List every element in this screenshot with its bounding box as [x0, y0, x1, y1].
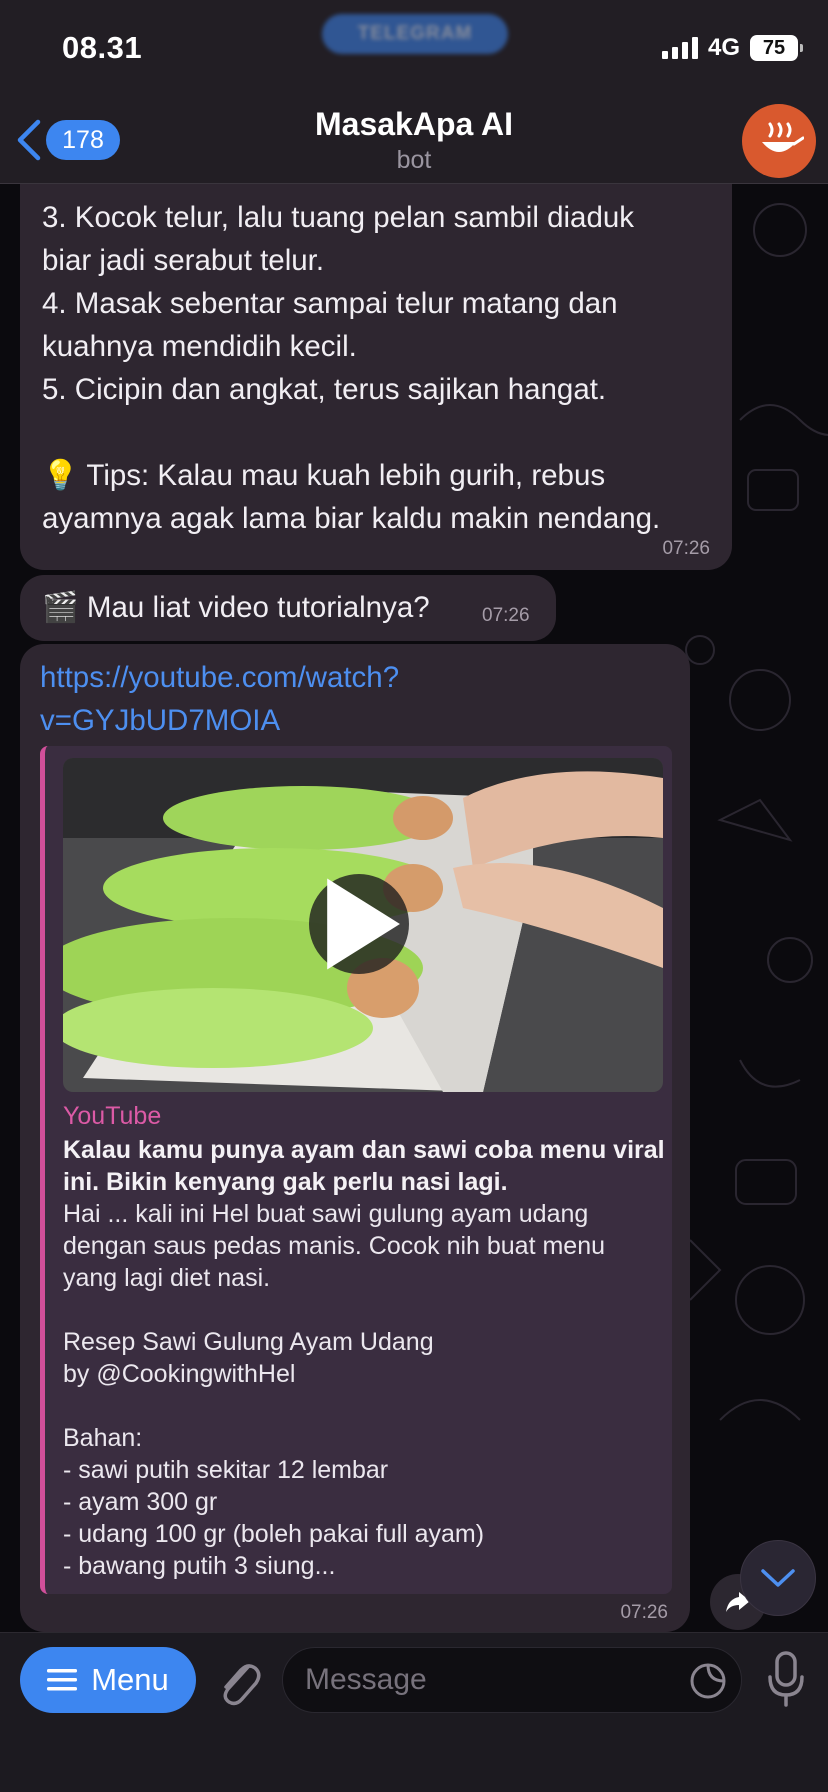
- sticker-icon[interactable]: [689, 1662, 727, 1700]
- message-line: 💡 Tips: Kalau mau kuah lebih gurih, rebu…: [42, 459, 606, 492]
- message-line: 5. Cicipin dan angkat, terus sajikan han…: [42, 373, 607, 406]
- dynamic-island-pill[interactable]: TELEGRAM: [322, 14, 508, 54]
- message-line: ayamnya agak lama biar kaldu makin nenda…: [42, 502, 661, 535]
- youtube-link[interactable]: https://youtube.com/watch? v=GYJbUD7MOIA: [40, 656, 399, 742]
- description-line: - udang 100 gr (boleh pakai full ayam): [63, 1520, 485, 1548]
- message-timestamp: 07:26: [662, 538, 710, 559]
- play-icon: [327, 878, 400, 970]
- recipe-message-bubble[interactable]: 3. Kocok telur, lalu tuang pelan sambil …: [20, 150, 732, 570]
- link-message-bubble[interactable]: https://youtube.com/watch? v=GYJbUD7MOIA: [20, 644, 690, 1632]
- bot-avatar-icon: [762, 122, 804, 152]
- message-text: 🎬 Mau liat video tutorialnya?: [42, 591, 430, 624]
- description-line: Bahan:: [63, 1424, 143, 1452]
- description-line: Hai ... kali ini Hel buat sawi gulung ay…: [63, 1200, 589, 1228]
- link-line: v=GYJbUD7MOIA: [40, 704, 281, 737]
- chevron-down-icon: [761, 1569, 795, 1587]
- menu-icon: [47, 1669, 78, 1691]
- message-timestamp: 07:26: [620, 1602, 668, 1623]
- description-line: - bawang putih 3 siung...: [63, 1552, 336, 1580]
- message-list[interactable]: 3. Kocok telur, lalu tuang pelan sambil …: [0, 0, 828, 1632]
- message-field[interactable]: [282, 1647, 742, 1713]
- description-line: - sawi putih sekitar 12 lembar: [63, 1456, 389, 1484]
- status-indicators: 4G 75: [661, 34, 803, 62]
- video-thumbnail[interactable]: [63, 758, 663, 1092]
- signal-icon: [661, 37, 698, 59]
- menu-button-label: Menu: [91, 1662, 169, 1697]
- message-timestamp: 07:26: [482, 605, 530, 626]
- menu-button[interactable]: Menu: [20, 1647, 196, 1713]
- chat-header: 08.31 TELEGRAM 4G 75 178 MasakApa AI bot: [0, 0, 828, 184]
- composer-bar: Menu: [0, 1632, 828, 1792]
- battery-icon: 75: [750, 35, 803, 61]
- preview-title: Kalau kamu punya ayam dan sawi coba menu…: [63, 1136, 665, 1196]
- message-input[interactable]: [305, 1648, 665, 1712]
- description-line: - ayam 300 gr: [63, 1488, 218, 1516]
- chat-title[interactable]: MasakApa AI: [0, 106, 828, 143]
- message-line: kuahnya mendidih kecil.: [42, 330, 357, 363]
- video-prompt-bubble[interactable]: 🎬 Mau liat video tutorialnya? 07:26: [20, 575, 556, 641]
- description-line: dengan saus pedas manis. Cocok nih buat …: [63, 1232, 606, 1260]
- preview-site-name: YouTube: [63, 1102, 162, 1130]
- message-line: biar jadi serabut telur.: [42, 244, 325, 277]
- message-line: 4. Masak sebentar sampai telur matang da…: [42, 287, 618, 320]
- bot-avatar[interactable]: [742, 104, 816, 178]
- preview-description: Hai ... kali ini Hel buat sawi gulung ay…: [63, 1198, 673, 1582]
- description-line: yang lagi diet nasi.: [63, 1264, 271, 1292]
- link-line: https://youtube.com/watch?: [40, 661, 400, 694]
- description-line: Resep Sawi Gulung Ayam Udang: [63, 1328, 434, 1356]
- paperclip-icon[interactable]: [214, 1653, 262, 1709]
- link-preview-card[interactable]: YouTube Kalau kamu punya ayam dan sawi c…: [40, 746, 672, 1594]
- play-button[interactable]: [309, 874, 409, 974]
- chat-subtitle: bot: [396, 146, 432, 174]
- network-type: 4G: [707, 34, 740, 61]
- scroll-to-bottom-button[interactable]: [740, 1540, 816, 1616]
- status-time: 08.31: [62, 30, 143, 65]
- description-line: by @CookingwithHel: [63, 1360, 296, 1388]
- message-line: 3. Kocok telur, lalu tuang pelan sambil …: [42, 201, 635, 234]
- microphone-icon[interactable]: [762, 1647, 810, 1713]
